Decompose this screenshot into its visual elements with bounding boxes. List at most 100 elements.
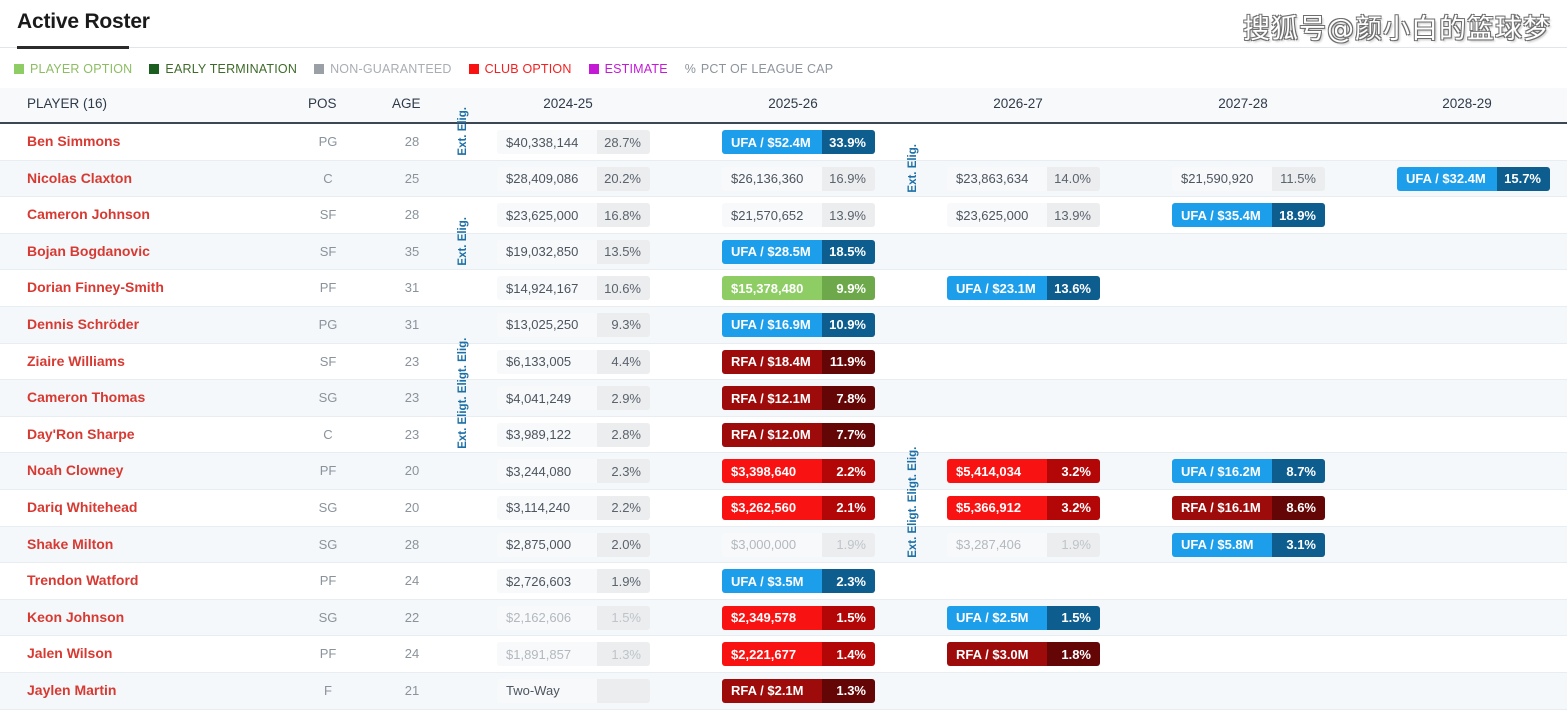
table-row[interactable]: Dennis Schröder PG 31 $13,025,250 9.3% UFA / …	[0, 306, 1567, 344]
salary-value: $2,162,606	[497, 605, 597, 630]
salary-cell-clip: $14,924,167 10.6%	[497, 270, 672, 307]
table-row[interactable]: Trendon Watford PF 24 $2,726,603 1.9% UFA / $…	[0, 563, 1567, 600]
salary-chip-club[interactable]: $3,398,640 2.2%	[722, 459, 875, 484]
salary-chip-ufa[interactable]: UFA / $16.2M 8.7%	[1172, 459, 1325, 484]
salary-chip-rfa[interactable]: RFA / $2.1M 1.3%	[722, 678, 875, 703]
salary-chip-plain[interactable]: $3,244,080 2.3%	[497, 459, 650, 484]
player-name-link[interactable]: Shake Milton	[27, 536, 113, 552]
table-row[interactable]: Bojan Bogdanovic SF 35 $19,032,850 13.5% UFA …	[0, 233, 1567, 271]
salary-chip-ufa[interactable]: UFA / $16.9M 10.9%	[722, 312, 875, 337]
player-name-link[interactable]: Keon Johnson	[27, 609, 124, 625]
player-name-link[interactable]: Noah Clowney	[27, 462, 123, 478]
table-row[interactable]: Jalen Wilson PF 24 $1,891,857 1.3% $2,221,677…	[0, 636, 1567, 673]
legend-item-club-option[interactable]: CLUB OPTION	[468, 62, 572, 76]
table-row[interactable]: Noah Clowney PF 20 $3,244,080 2.3% $3,398,640…	[0, 453, 1567, 490]
player-name-link[interactable]: Jaylen Martin	[27, 682, 116, 698]
salary-chip-plain[interactable]: $21,590,920 11.5%	[1172, 166, 1325, 191]
salary-chip-plain[interactable]: $4,041,249 2.9%	[497, 386, 650, 411]
salary-chip-nonguar[interactable]: $1,891,857 1.3%	[497, 642, 650, 667]
player-name-link[interactable]: Cameron Thomas	[27, 389, 145, 405]
legend-item-early-termination[interactable]: EARLY TERMINATION	[149, 62, 297, 76]
player-name-link[interactable]: Day'Ron Sharpe	[27, 426, 135, 442]
salary-chip-rfa[interactable]: RFA / $18.4M 11.9%	[722, 349, 875, 374]
column-header-season-2027-28[interactable]: 2027-28	[1183, 96, 1303, 111]
column-header-season-2028-29[interactable]: 2028-29	[1407, 96, 1527, 111]
salary-chip-plain[interactable]: $23,863,634 14.0%	[947, 166, 1100, 191]
salary-chip-nonguar[interactable]: $3,287,406 1.9%	[947, 532, 1100, 557]
salary-chip-club[interactable]: $2,349,578 1.5%	[722, 605, 875, 630]
salary-chip-club[interactable]: $2,221,677 1.4%	[722, 642, 875, 667]
player-name-link[interactable]: Cameron Johnson	[27, 206, 150, 222]
player-position: PG	[318, 134, 338, 149]
legend-item-non-guaranteed[interactable]: NON-GUARANTEED	[314, 62, 452, 76]
salary-chip-plain[interactable]: $23,625,000 13.9%	[947, 203, 1100, 228]
salary-chip-playeropt[interactable]: $15,378,480 9.9%	[722, 276, 875, 301]
salary-chip-rfa[interactable]: RFA / $12.0M 7.7%	[722, 422, 875, 447]
table-row[interactable]: Jaylen Martin F 21 Two-Way RFA / $2.1M 1.3%	[0, 672, 1567, 710]
salary-chip-ufa[interactable]: UFA / $52.4M 33.9%	[722, 130, 875, 154]
salary-chip-ufa[interactable]: UFA / $3.5M 2.3%	[722, 569, 875, 594]
salary-chip-ufa[interactable]: UFA / $5.8M 3.1%	[1172, 532, 1325, 557]
salary-chip-plain[interactable]: $28,409,086 20.2%	[497, 166, 650, 191]
salary-chip-ufa[interactable]: UFA / $23.1M 13.6%	[947, 276, 1100, 301]
salary-chip-plain[interactable]: $21,570,652 13.9%	[722, 203, 875, 228]
table-row[interactable]: Cameron Johnson SF 28 $23,625,000 16.8% $21,5…	[0, 197, 1567, 234]
table-row[interactable]: Nicolas Claxton C 25 $28,409,086 20.2% $26,13…	[0, 160, 1567, 198]
salary-chip-plain[interactable]: $23,625,000 16.8%	[497, 203, 650, 228]
table-row[interactable]: Ziaire Williams SF 23 $6,133,005 4.4% RFA / $…	[0, 343, 1567, 381]
salary-chip-plain[interactable]: $2,875,000 2.0%	[497, 532, 650, 557]
legend-item-estimate[interactable]: ESTIMATE	[588, 62, 668, 76]
player-name-link[interactable]: Ben Simmons	[27, 133, 120, 149]
salary-pct-of-cap: 10.9%	[822, 312, 875, 337]
salary-chip-nonguar[interactable]: $3,000,000 1.9%	[722, 532, 875, 557]
salary-chip-rfa[interactable]: RFA / $16.1M 8.6%	[1172, 495, 1325, 520]
table-row[interactable]: Shake Milton SG 28 $2,875,000 2.0% $3,000,000…	[0, 526, 1567, 564]
salary-chip-rfa[interactable]: RFA / $12.1M 7.8%	[722, 386, 875, 411]
salary-cell-clip: UFA / $16.2M 8.7%	[1172, 453, 1347, 490]
column-header-player[interactable]: PLAYER (16)	[27, 96, 107, 111]
salary-chip-plain[interactable]: $6,133,005 4.4%	[497, 349, 650, 374]
salary-chip-plain[interactable]: $26,136,360 16.9%	[722, 166, 875, 191]
player-position: C	[323, 170, 333, 186]
player-name-link[interactable]: Dennis Schröder	[27, 316, 139, 332]
column-header-season-2024-25[interactable]: 2024-25	[508, 96, 628, 111]
salary-cell-clip: UFA / $23.1M 13.6%	[947, 270, 1122, 307]
column-header-pos[interactable]: POS	[308, 96, 337, 111]
salary-cell-clip: $3,114,240 2.2%	[497, 490, 672, 527]
salary-chip-twoway[interactable]: Two-Way	[497, 678, 650, 703]
table-row[interactable]: Keon Johnson SG 22 $2,162,606 1.5% $2,349,578…	[0, 599, 1567, 637]
table-row[interactable]: Cameron Thomas SG 23 $4,041,249 2.9% RFA / $1…	[0, 380, 1567, 417]
salary-chip-plain[interactable]: $40,338,144 28.7%	[497, 130, 650, 154]
column-header-age[interactable]: AGE	[392, 96, 421, 111]
legend-item-player-option[interactable]: PLAYER OPTION	[14, 62, 132, 76]
salary-chip-plain[interactable]: $19,032,850 13.5%	[497, 239, 650, 264]
table-row[interactable]: Dorian Finney-Smith PF 31 $14,924,167 10.6% $…	[0, 270, 1567, 307]
column-header-season-2026-27[interactable]: 2026-27	[958, 96, 1078, 111]
table-row[interactable]: Dariq Whitehead SG 20 $3,114,240 2.2% $3,262,…	[0, 489, 1567, 527]
salary-chip-plain[interactable]: $14,924,167 10.6%	[497, 276, 650, 301]
player-name-link[interactable]: Dariq Whitehead	[27, 499, 137, 515]
salary-chip-club[interactable]: $3,262,560 2.1%	[722, 495, 875, 520]
salary-chip-plain[interactable]: $3,114,240 2.2%	[497, 495, 650, 520]
player-name-link[interactable]: Bojan Bogdanovic	[27, 243, 150, 259]
salary-chip-ufa[interactable]: UFA / $28.5M 18.5%	[722, 239, 875, 264]
column-header-season-2025-26[interactable]: 2025-26	[733, 96, 853, 111]
player-name-link[interactable]: Dorian Finney-Smith	[27, 279, 164, 295]
player-name-link[interactable]: Ziaire Williams	[27, 353, 125, 369]
table-row[interactable]: Ben Simmons PG 28 $40,338,144 28.7% UFA / $52…	[0, 124, 1567, 161]
salary-chip-club[interactable]: $5,414,034 3.2%	[947, 459, 1100, 484]
player-name-link[interactable]: Nicolas Claxton	[27, 170, 132, 186]
salary-chip-club[interactable]: $5,366,912 3.2%	[947, 495, 1100, 520]
salary-chip-ufa[interactable]: UFA / $2.5M 1.5%	[947, 605, 1100, 630]
salary-chip-rfa[interactable]: RFA / $3.0M 1.8%	[947, 642, 1100, 667]
salary-value: UFA / $2.5M	[947, 605, 1047, 630]
salary-chip-plain[interactable]: $3,989,122 2.8%	[497, 422, 650, 447]
salary-chip-plain[interactable]: $13,025,250 9.3%	[497, 312, 650, 337]
player-name-link[interactable]: Trendon Watford	[27, 572, 138, 588]
salary-chip-ufa[interactable]: UFA / $35.4M 18.9%	[1172, 203, 1325, 228]
salary-chip-ufa[interactable]: UFA / $32.4M 15.7%	[1397, 166, 1550, 191]
salary-chip-plain[interactable]: $2,726,603 1.9%	[497, 569, 650, 594]
salary-chip-nonguar[interactable]: $2,162,606 1.5%	[497, 605, 650, 630]
player-name-link[interactable]: Jalen Wilson	[27, 645, 112, 661]
table-row[interactable]: Day'Ron Sharpe C 23 $3,989,122 2.8% RFA / $12…	[0, 416, 1567, 454]
